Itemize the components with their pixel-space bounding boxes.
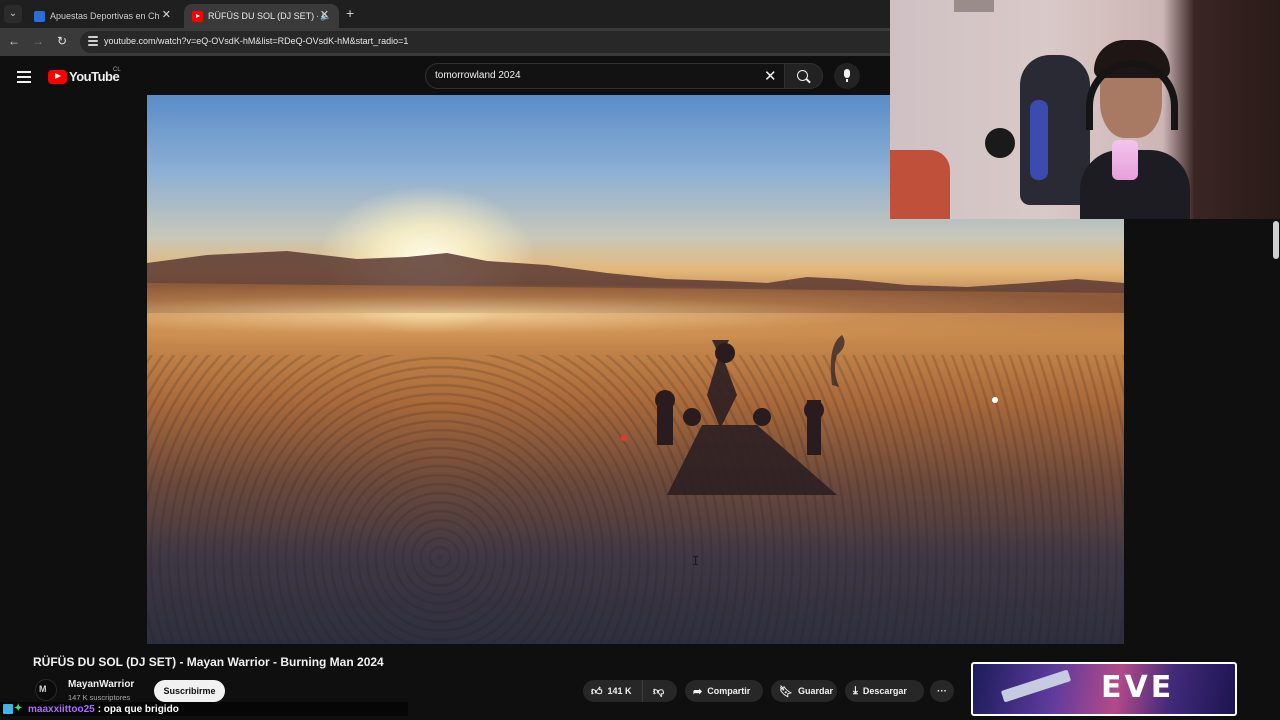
browser-tab-apuestas[interactable]: Apuestas Deportivas en Chile | ✕: [26, 4, 181, 28]
microphone: [1112, 140, 1138, 180]
subscriber-count: 147 K suscriptores: [68, 693, 131, 702]
channel-name[interactable]: MayanWarrior: [68, 679, 134, 690]
microphone-icon: [844, 69, 850, 82]
spaceship-graphic: [1000, 669, 1072, 703]
scrollbar-thumb[interactable]: [1273, 221, 1279, 259]
url-text[interactable]: youtube.com/watch?v=eQ-OVsdK-hM&list=RDe…: [104, 36, 408, 46]
tab-search-button[interactable]: ⌄: [4, 5, 22, 23]
save-button[interactable]: 🔖︎ Guardar: [771, 680, 837, 702]
site-favicon-icon: [34, 10, 45, 22]
download-button[interactable]: ⤓ Descargar: [845, 680, 924, 702]
thumbs-up-icon: 👍︎: [591, 685, 603, 698]
sparkle-badge-icon: ✦: [14, 703, 23, 714]
search-input[interactable]: tomorrowland 2024 ✕: [425, 63, 785, 89]
share-button[interactable]: ➦ Compartir: [685, 680, 763, 702]
back-arrow-icon[interactable]: ←: [6, 34, 22, 48]
country-code: CL: [113, 67, 121, 73]
browser-tab-youtube[interactable]: RÜFÜS DU SOL (DJ SET) - M 🔈 ✕: [184, 4, 339, 28]
search-button[interactable]: [785, 63, 823, 89]
ad-logo-text: EVE: [1101, 670, 1175, 705]
like-count: 141 K: [607, 686, 632, 696]
forward-arrow-icon[interactable]: →: [30, 34, 46, 48]
like-button[interactable]: 👍︎ 141 K: [583, 680, 643, 702]
subscriber-badge-icon: [3, 704, 13, 714]
search-query[interactable]: tomorrowland 2024: [435, 70, 521, 81]
download-label: Descargar: [862, 686, 907, 696]
chat-text: : opa que brigido: [97, 703, 179, 715]
eve-ad-banner[interactable]: EVE: [971, 662, 1237, 716]
bookmark-icon: 🔖︎: [779, 685, 793, 698]
tab-title: Apuestas Deportivas en Chile |: [50, 11, 160, 21]
share-label: Compartir: [707, 686, 751, 696]
youtube-favicon-icon: [192, 10, 203, 22]
more-icon: ···: [937, 685, 947, 697]
gaming-chair-accent: [1030, 100, 1048, 180]
channel-avatar-logo: M: [39, 684, 46, 694]
video-title: RÜFÜS DU SOL (DJ SET) - Mayan Warrior - …: [33, 655, 384, 669]
chat-message: ✦ maaxxiittoo25 : opa que brigido: [0, 702, 408, 716]
thumbs-down-icon: 👎︎: [653, 685, 665, 698]
save-label: Guardar: [797, 686, 833, 696]
like-dislike-group: 👍︎ 141 K 👎︎: [583, 680, 677, 702]
dislike-button[interactable]: 👎︎: [643, 685, 669, 698]
menu-icon[interactable]: [17, 71, 31, 86]
page-scrollbar[interactable]: [1272, 219, 1280, 720]
wall-frame: [954, 0, 994, 12]
clear-search-icon[interactable]: ✕: [764, 67, 777, 85]
close-icon[interactable]: ✕: [320, 8, 329, 21]
speaker: [985, 128, 1015, 158]
voice-search-button[interactable]: [834, 63, 860, 89]
youtube-logo[interactable]: YouTube: [48, 69, 120, 84]
new-tab-button[interactable]: +: [346, 5, 354, 21]
download-icon: ⤓: [853, 684, 858, 697]
close-icon[interactable]: ✕: [162, 8, 171, 21]
youtube-play-icon: [48, 69, 67, 84]
channel-avatar[interactable]: M: [35, 679, 57, 701]
more-actions-button[interactable]: ···: [930, 680, 954, 702]
webcam-overlay: [890, 0, 1280, 219]
site-info-icon[interactable]: [88, 36, 98, 48]
youtube-logo-text: YouTube: [69, 69, 120, 84]
share-icon: ➦: [693, 685, 703, 698]
background-red-object: [890, 150, 950, 219]
chat-username: maaxxiittoo25: [28, 703, 95, 715]
reload-icon[interactable]: ↻: [54, 34, 70, 48]
subscribe-button[interactable]: Suscribirme: [154, 680, 225, 702]
text-cursor-icon: I: [692, 554, 700, 568]
tab-title: RÜFÜS DU SOL (DJ SET) - M: [208, 11, 318, 21]
search-icon: [797, 70, 808, 81]
